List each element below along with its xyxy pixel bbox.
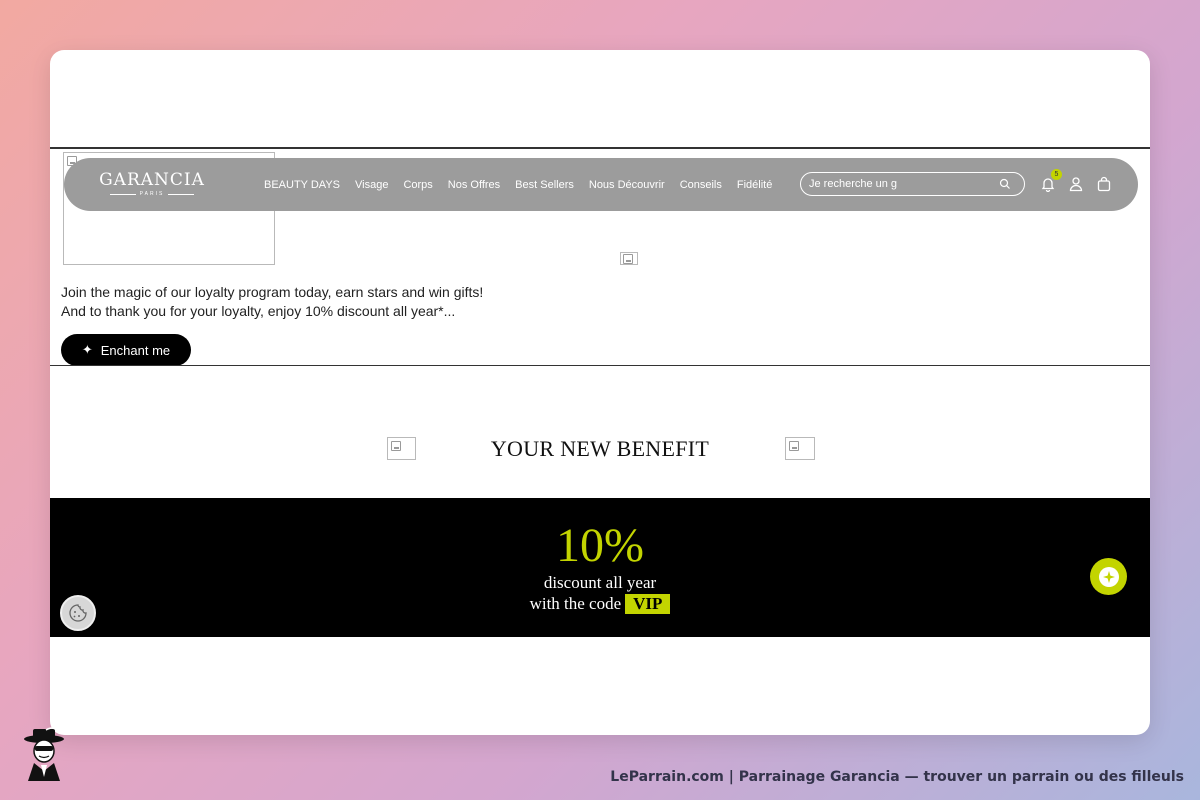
vip-code-badge: VIP [625,594,671,614]
nav-item-nos-offres[interactable]: Nos Offres [448,179,500,191]
cookie-icon [69,604,87,622]
broken-image [785,437,815,460]
nav-item-corps[interactable]: Corps [403,179,432,191]
nav-item-visage[interactable]: Visage [355,179,388,191]
mascot-logo-icon [16,727,72,783]
user-icon[interactable] [1068,176,1084,192]
divider [50,147,1150,149]
promo-line: And to thank you for your loyalty, enjoy… [61,303,456,319]
search-box [800,172,1025,196]
promo-line: Join the magic of our loyalty program to… [61,284,484,300]
chat-assistant-button[interactable] [1090,558,1127,595]
nav-menu: BEAUTY DAYS Visage Corps Nos Offres Best… [264,158,787,211]
code-line-text: with the code [529,594,622,613]
search-icon[interactable] [999,178,1011,190]
discount-line: discount all year [543,573,657,592]
vip-discount-banner: 10% discount all year with the code VIP [50,498,1150,637]
discount-percent: 10% [556,519,644,572]
search-input[interactable] [809,178,999,190]
logo-name: GARANCIA [99,170,205,190]
enchant-me-label: Enchant me [100,342,171,358]
page-card: GARANCIA PARIS BEAUTY DAYS Visage Corps … [50,50,1150,735]
main-navbar: GARANCIA PARIS BEAUTY DAYS Visage Corps … [64,158,1138,211]
cookie-settings-button[interactable] [60,595,96,631]
nav-item-fidelite[interactable]: Fidélité [737,179,772,191]
footer-caption: LeParrain.com | Parrainage Garancia — tr… [610,769,1184,785]
sparkle-chat-icon [1098,566,1119,587]
benefit-title: YOUR NEW BENEFIT [490,436,710,461]
notification-badge: 5 [1051,169,1062,180]
bell-icon[interactable]: 5 [1040,169,1062,193]
nav-item-best-sellers[interactable]: Best Sellers [515,179,574,191]
divider [50,365,1150,366]
nav-item-beauty-days[interactable]: BEAUTY DAYS [264,179,340,191]
brand-logo[interactable]: GARANCIA PARIS [92,170,212,200]
bag-icon[interactable] [1096,176,1112,192]
logo-sub: PARIS [92,190,212,198]
enchant-me-button[interactable]: ✦ Enchant me [61,334,191,366]
code-line: with the code VIP [50,593,1150,614]
broken-image [620,252,638,265]
loyalty-promo-text: Join the magic of our loyalty program to… [61,283,483,321]
nav-item-conseils[interactable]: Conseils [680,179,722,191]
nav-item-nous-decouvrir[interactable]: Nous Découvrir [589,179,665,191]
sparkle-icon: ✦ [81,342,93,357]
nav-icons: 5 [1040,169,1112,196]
